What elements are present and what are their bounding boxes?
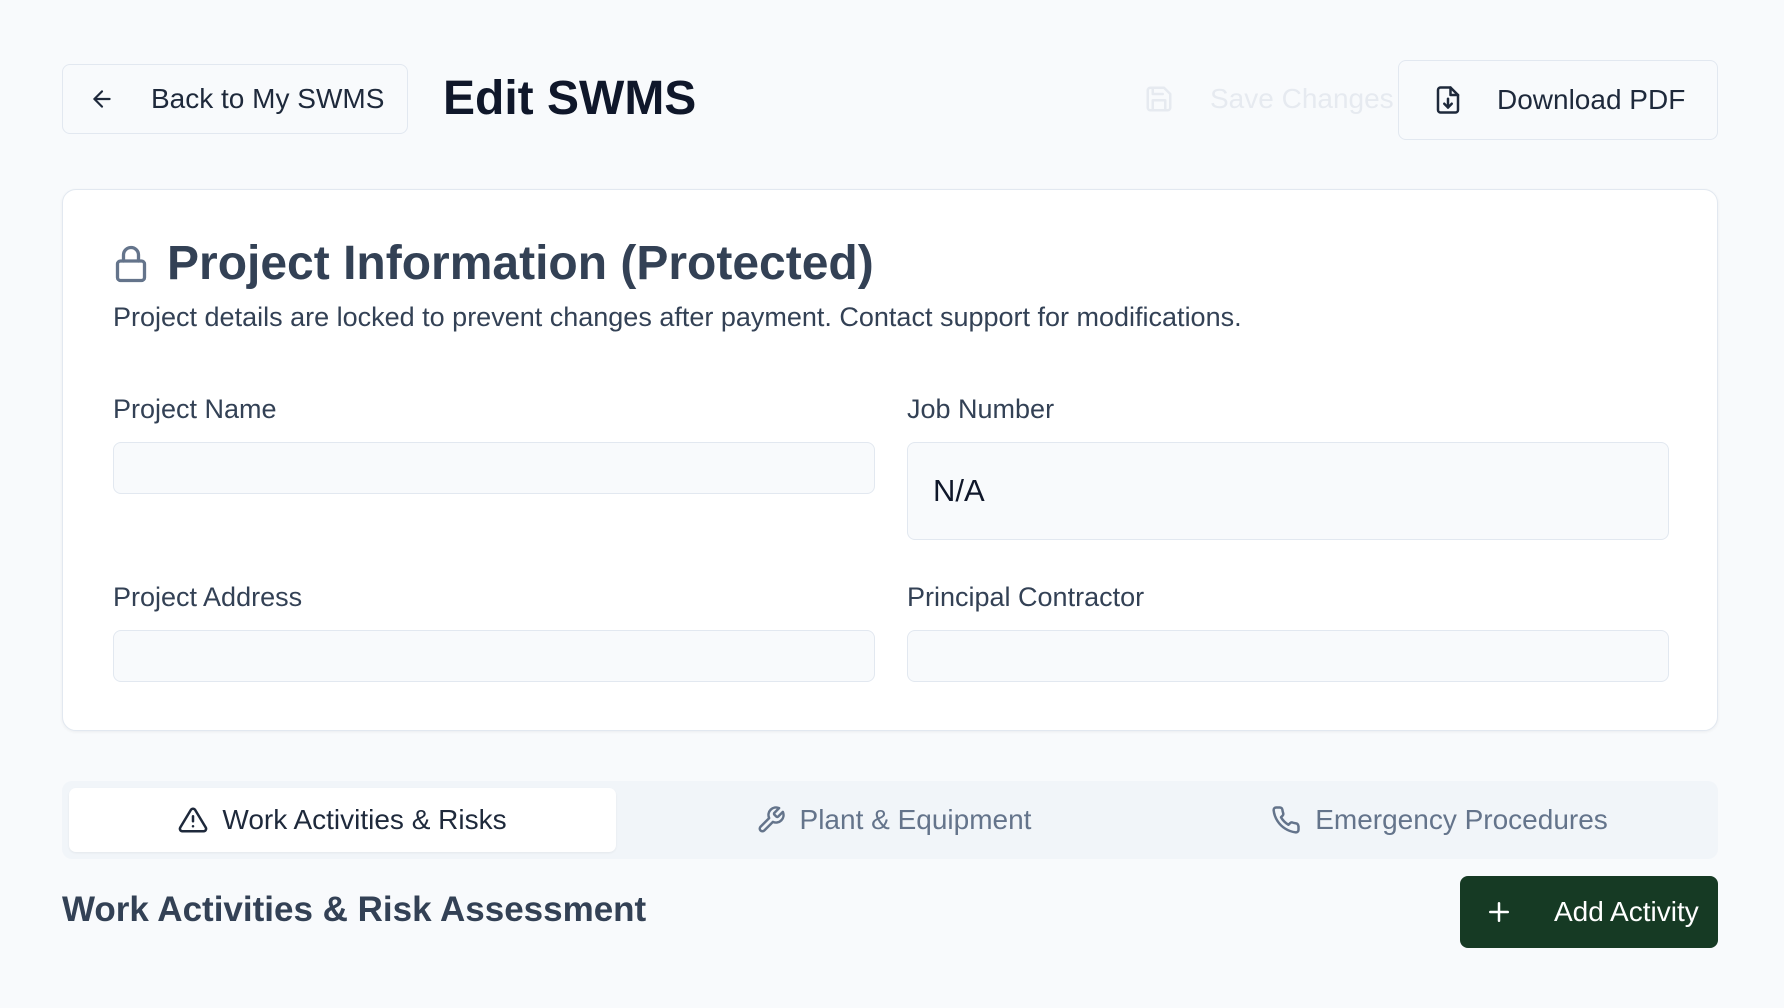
add-activity-label: Add Activity <box>1554 896 1699 927</box>
arrow-left-icon <box>89 86 115 112</box>
download-pdf-button[interactable]: Download PDF <box>1398 60 1718 140</box>
add-activity-button[interactable]: Add Activity <box>1460 876 1718 948</box>
warning-triangle-icon <box>178 805 208 835</box>
tab-label: Plant & Equipment <box>799 804 1032 835</box>
wrench-icon <box>756 805 786 835</box>
tab-work-activities-risks[interactable]: Work Activities & Risks <box>69 788 616 852</box>
save-changes-button[interactable]: Save Changes <box>1102 64 1412 134</box>
lock-icon <box>113 244 149 284</box>
job-number-input[interactable] <box>907 442 1669 540</box>
phone-icon <box>1271 805 1301 835</box>
tab-label: Work Activities & Risks <box>222 804 507 835</box>
project-name-label: Project Name <box>113 394 277 424</box>
card-heading: Project Information (Protected) <box>113 234 874 294</box>
tab-emergency-procedures[interactable]: Emergency Procedures <box>1167 788 1712 852</box>
project-information-card: Project Information (Protected) Project … <box>62 189 1718 731</box>
tab-plant-equipment[interactable]: Plant & Equipment <box>624 788 1163 852</box>
plus-icon <box>1484 897 1514 927</box>
principal-contractor-input[interactable] <box>907 630 1669 682</box>
principal-contractor-label: Principal Contractor <box>907 582 1145 612</box>
back-to-my-swms-button[interactable]: Back to My SWMS <box>62 64 408 134</box>
page-header: Back to My SWMS Edit SWMS Save Changes D… <box>62 60 1718 140</box>
page-title: Edit SWMS <box>443 72 697 125</box>
card-description: Project details are locked to prevent ch… <box>113 302 1242 332</box>
save-icon <box>1144 84 1174 114</box>
tab-label: Emergency Procedures <box>1315 804 1608 835</box>
file-download-icon <box>1433 84 1463 116</box>
section-title: Work Activities & Risk Assessment <box>62 890 647 929</box>
back-button-label: Back to My SWMS <box>151 83 385 114</box>
card-title: Project Information (Protected) <box>167 237 874 290</box>
job-number-label: Job Number <box>907 394 1055 424</box>
download-button-label: Download PDF <box>1497 84 1686 115</box>
save-button-label: Save Changes <box>1210 83 1394 114</box>
section-tabs: Work Activities & Risks Plant & Equipmen… <box>62 781 1718 859</box>
project-address-label: Project Address <box>113 582 303 612</box>
project-address-input[interactable] <box>113 630 875 682</box>
project-name-input[interactable] <box>113 442 875 494</box>
